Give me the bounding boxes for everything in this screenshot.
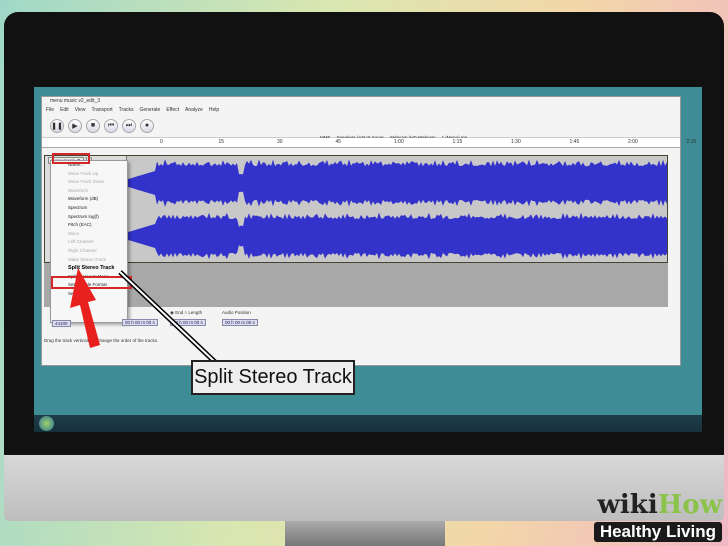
callout-label: Split Stereo Track	[191, 360, 355, 395]
healthy-living-badge: Healthy Living	[594, 522, 722, 542]
wikihow-logo: wikiHow	[598, 490, 722, 520]
callout-pointer-inner	[120, 272, 215, 362]
annotation-overlay	[0, 0, 728, 546]
red-arrow-icon	[70, 268, 100, 348]
